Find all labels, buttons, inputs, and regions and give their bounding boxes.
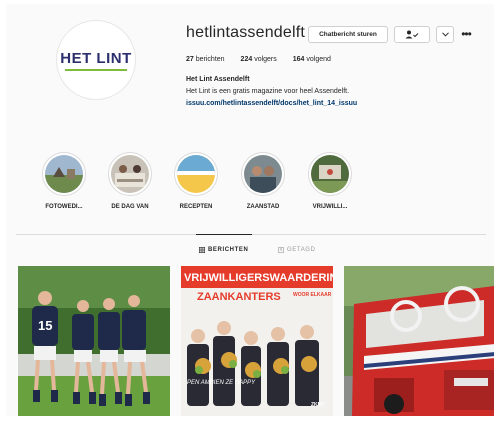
highlight-label: ZAANSTAD bbox=[246, 204, 280, 210]
highlight-item[interactable]: FOTOWEDI... bbox=[34, 152, 94, 210]
active-tab-indicator bbox=[196, 234, 252, 235]
following-count: 164 bbox=[292, 56, 305, 63]
poster-headline-2: ZAANKANTERS bbox=[197, 291, 281, 303]
post-thumbnail[interactable]: VRIJWILLIGERSWAARDERING ZAANKANTERS WOOR… bbox=[181, 266, 333, 416]
profile-bio: Het Lint Assendelft Het Lint is een grat… bbox=[186, 74, 357, 110]
post-image-football: 15 bbox=[18, 266, 170, 416]
tag-icon bbox=[278, 247, 284, 253]
posts-label: berichten bbox=[195, 56, 225, 63]
highlight-label: DE DAG VAN bbox=[111, 204, 149, 210]
person-check-icon bbox=[405, 30, 419, 39]
tab-posts-label: BERICHTEN bbox=[208, 247, 249, 253]
highlight-label: VRIJWILLI... bbox=[312, 204, 348, 210]
poster-headline-1: VRIJWILLIGERSWAARDERING bbox=[184, 272, 333, 284]
avatar-logo-underline bbox=[65, 68, 127, 71]
highlight-item[interactable]: ZAANSTAD bbox=[233, 152, 293, 210]
highlight-item[interactable]: DE DAG VAN bbox=[100, 152, 160, 210]
highlight-cover bbox=[308, 152, 352, 196]
posts-count: 27 bbox=[186, 56, 194, 63]
post-image-volunteers: VRIJWILLIGERSWAARDERING ZAANKANTERS WOOR… bbox=[181, 266, 333, 416]
profile-page: HET LINT hetlintassendelft Chatbericht s… bbox=[6, 4, 494, 416]
profile-stats: 27 berichten 224 volgers 164 volgend bbox=[186, 56, 331, 63]
highlight-item[interactable]: VRIJWILLI... bbox=[300, 152, 360, 210]
profile-username: hetlintassendelft bbox=[186, 24, 306, 41]
jersey-number: 15 bbox=[38, 318, 52, 333]
message-button[interactable]: Chatbericht sturen bbox=[308, 26, 388, 43]
stat-followers[interactable]: 224 volgers bbox=[241, 56, 277, 63]
post-image-red-bus bbox=[344, 266, 494, 416]
grid-icon bbox=[199, 247, 205, 253]
profile-link[interactable]: issuu.com/hetlintassendelft/docs/het_lin… bbox=[186, 98, 357, 110]
highlight-cover bbox=[42, 152, 86, 196]
poster-logo-tag: ZKNT bbox=[311, 402, 324, 408]
followers-count: 224 bbox=[240, 56, 253, 63]
chevron-down-icon bbox=[441, 32, 449, 37]
followers-label: volgers bbox=[254, 56, 277, 63]
profile-full-name: Het Lint Assendelft bbox=[186, 76, 250, 83]
suggested-accounts-button[interactable] bbox=[436, 26, 454, 43]
highlight-cover bbox=[174, 152, 218, 196]
stat-following[interactable]: 164 volgend bbox=[293, 56, 331, 63]
post-thumbnail[interactable] bbox=[344, 266, 494, 416]
more-options-button[interactable]: ••• bbox=[458, 24, 474, 44]
tab-tagged-label: GETAGD bbox=[287, 247, 316, 253]
avatar-logo-text: HET LINT bbox=[60, 49, 132, 67]
highlight-cover bbox=[241, 152, 285, 196]
highlight-cover bbox=[108, 152, 152, 196]
highlight-item[interactable]: RECEPTEN bbox=[166, 152, 226, 210]
highlight-label: RECEPTEN bbox=[179, 204, 213, 210]
poster-handwriting: PEN AMBIEN ZE HAPPY bbox=[187, 380, 256, 386]
post-thumbnail[interactable]: 15 bbox=[18, 266, 170, 416]
tab-tagged[interactable]: GETAGD bbox=[278, 247, 316, 253]
highlight-label: FOTOWEDI... bbox=[45, 204, 83, 210]
tab-posts[interactable]: BERICHTEN bbox=[199, 247, 248, 253]
profile-bio-text: Het Lint is een gratis magazine voor hee… bbox=[186, 88, 350, 95]
stat-posts[interactable]: 27 berichten bbox=[186, 56, 225, 63]
following-label: volgend bbox=[306, 56, 331, 63]
profile-avatar[interactable]: HET LINT bbox=[56, 20, 136, 100]
following-button[interactable] bbox=[394, 26, 430, 43]
poster-badge: WOOR ELKAAR bbox=[293, 292, 332, 298]
